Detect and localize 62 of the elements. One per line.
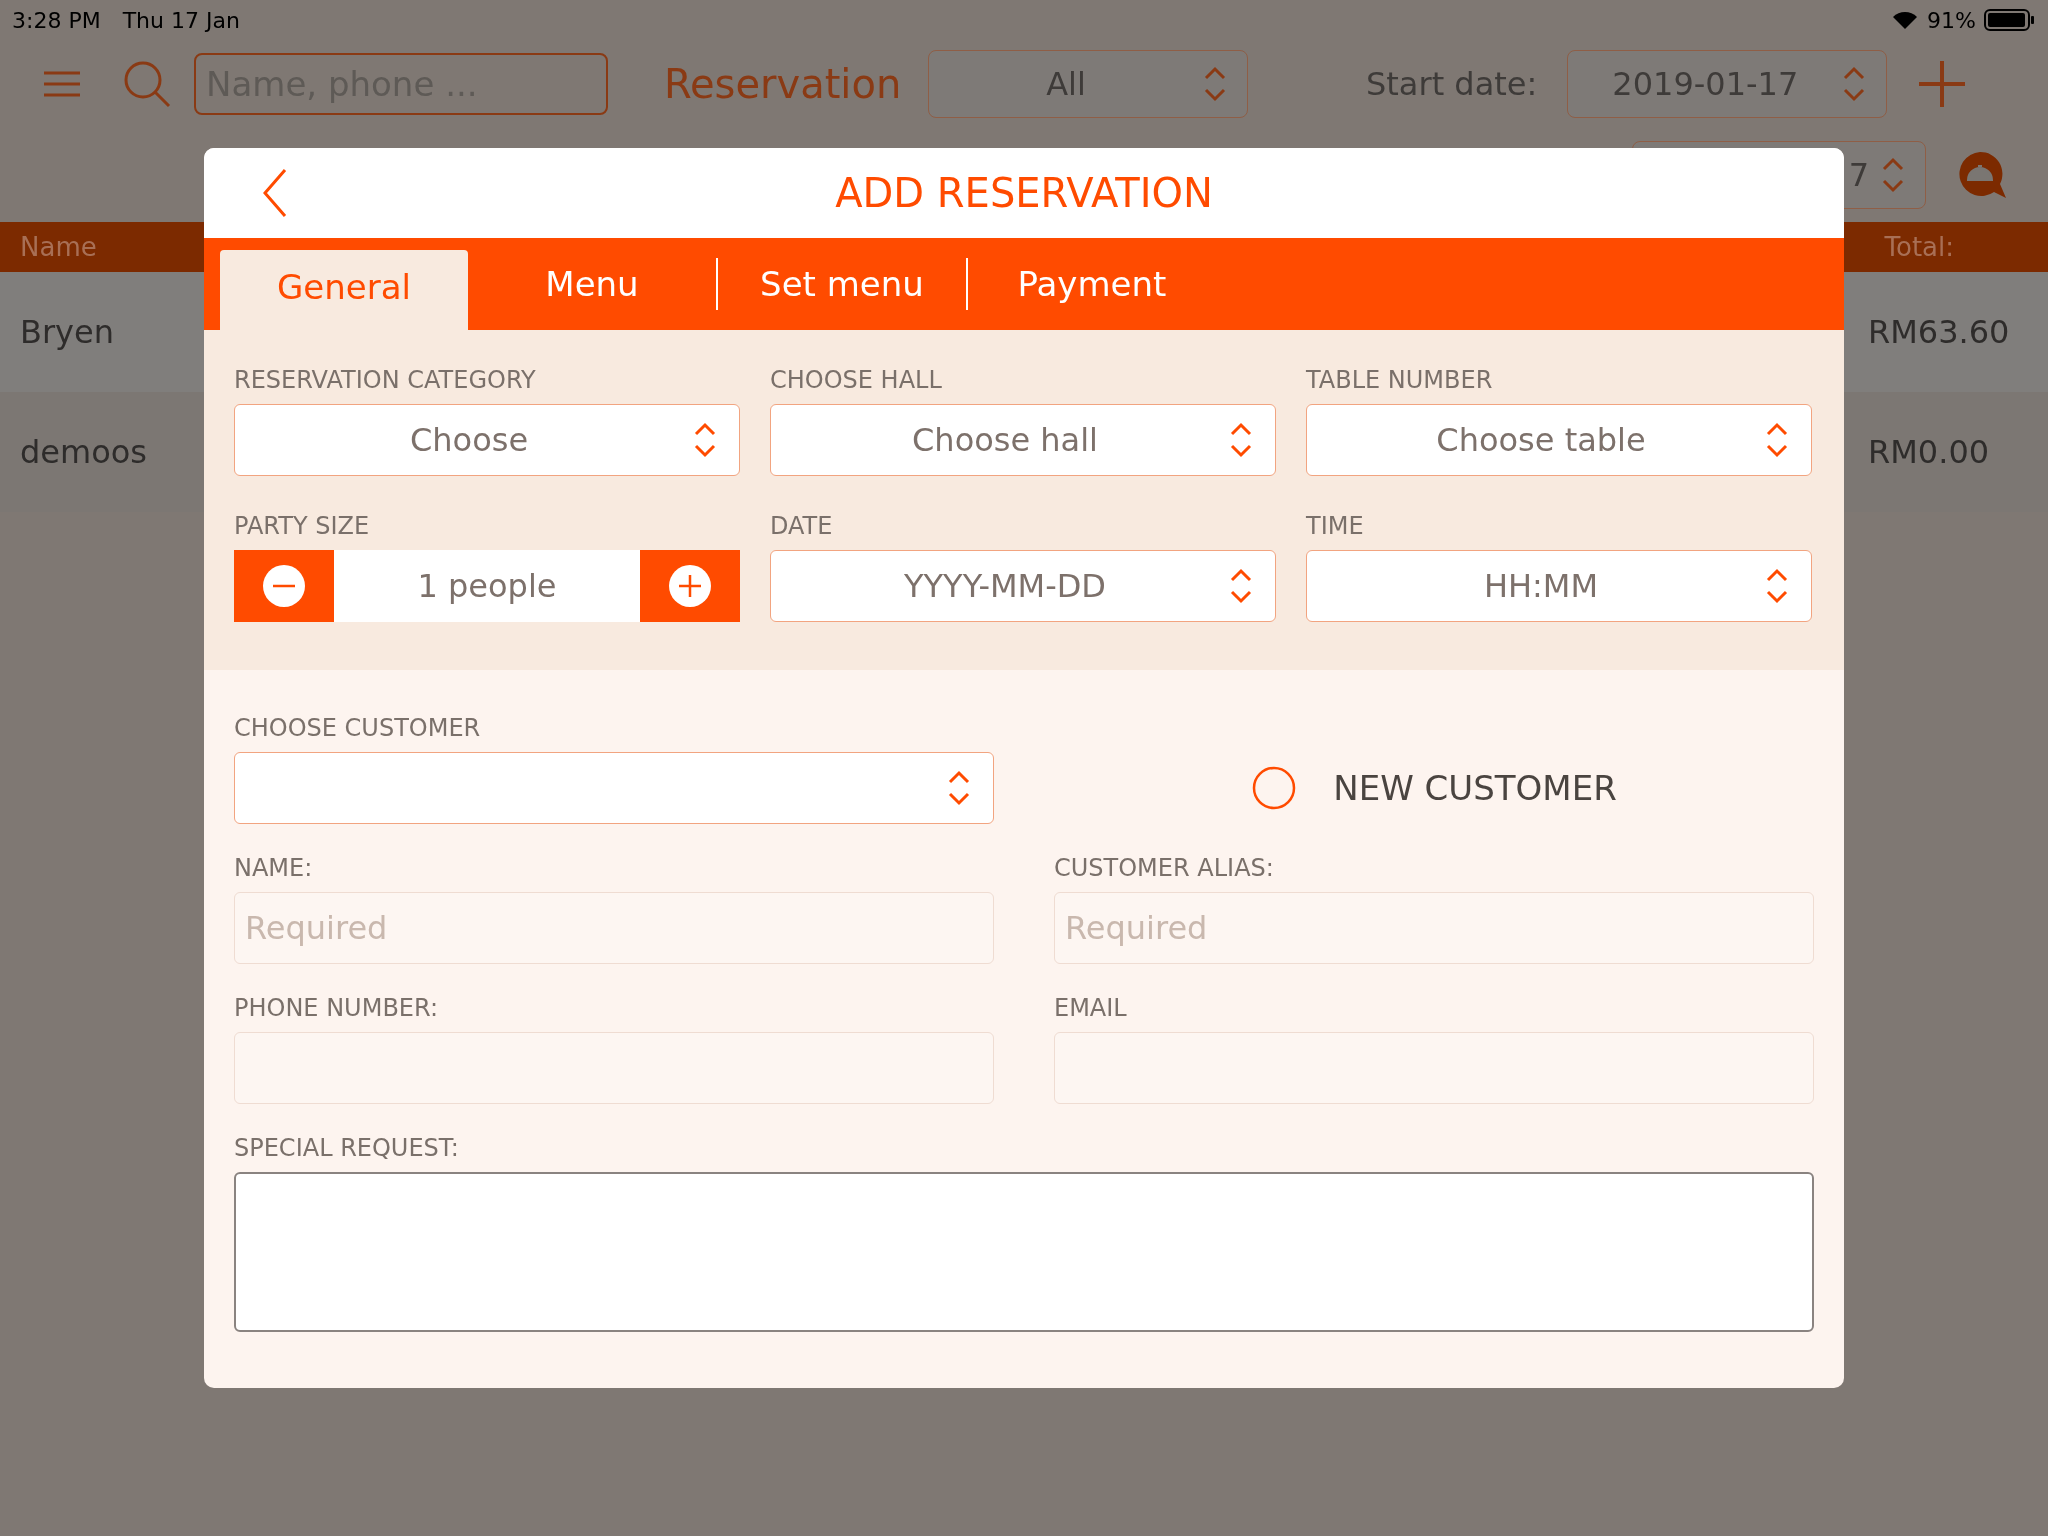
tab[interactable]: General [220, 250, 468, 330]
decrement-button[interactable] [234, 550, 334, 622]
field-label: CHOOSE HALL [770, 366, 943, 394]
up-down-chevron-icon [1765, 420, 1789, 460]
up-down-chevron-icon [1881, 155, 1905, 195]
tab[interactable]: Set menu [718, 238, 966, 330]
input-field[interactable] [234, 1032, 994, 1104]
back-icon[interactable] [262, 168, 288, 218]
up-down-chevron-icon [1842, 64, 1867, 104]
input-field[interactable]: Required [1054, 892, 1814, 964]
table-cell: Bryen [20, 313, 114, 351]
up-down-chevron-icon [947, 768, 971, 808]
field-label: TABLE NUMBER [1306, 366, 1494, 394]
table-cell-text: RM0.00 [1868, 433, 1991, 471]
plus-icon [668, 564, 712, 608]
menu-icon[interactable] [44, 70, 80, 98]
select-field[interactable]: Choose hall [770, 404, 1276, 476]
table-cell-text: RM63.60 [1868, 313, 2011, 351]
up-down-chevron-icon [693, 420, 717, 460]
tab[interactable]: Menu [468, 238, 716, 330]
column-header: Name [20, 232, 97, 262]
column-header: Total: [1884, 232, 1954, 262]
up-down-chevron-icon [1229, 420, 1253, 460]
new-customer-radio[interactable]: NEW CUSTOMER [1251, 752, 1617, 824]
dialog-title: ADD RESERVATION [835, 170, 1213, 216]
wifi-icon [1891, 9, 1920, 31]
battery-percent: 91% [1927, 7, 1976, 33]
field-label: NAME: [234, 854, 314, 882]
up-down-chevron-icon [1203, 64, 1227, 104]
field-label: PARTY SIZE [234, 512, 371, 540]
field-label: RESERVATION CATEGORY [234, 366, 537, 394]
start-date-dropdown[interactable]: 2019-01-17 [1567, 50, 1888, 118]
status-time: 3:28 PM [12, 7, 101, 33]
field-label: DATE [770, 512, 834, 540]
up-down-chevron-icon [1765, 566, 1789, 606]
battery-icon [1984, 8, 2036, 32]
increment-button[interactable] [640, 550, 740, 622]
select-field[interactable]: Choose [234, 404, 740, 476]
field-label: EMAIL [1054, 994, 1128, 1022]
field-label: CHOOSE CUSTOMER [234, 714, 482, 742]
field-label: CUSTOMER ALIAS: [1054, 854, 1275, 882]
field-label: PHONE NUMBER: [234, 994, 440, 1022]
field-label: SPECIAL REQUEST: [234, 1134, 460, 1162]
input-field[interactable]: Required [234, 892, 994, 964]
select-field[interactable]: Choose table [1306, 404, 1812, 476]
start-date-label: Start date: [1366, 65, 1538, 103]
party-size-value: 1 people [334, 550, 640, 622]
status-date: Thu 17 Jan [122, 7, 240, 33]
select-field[interactable]: HH:MM [1306, 550, 1812, 622]
service-bell-chat-icon[interactable] [1956, 150, 2008, 200]
special-request-field[interactable] [234, 1172, 1814, 1332]
table-cell: demoos [20, 433, 147, 471]
up-down-chevron-icon [1229, 566, 1253, 606]
tab[interactable]: Payment [968, 238, 1216, 330]
field-label: TIME [1306, 512, 1365, 540]
customer-select[interactable] [234, 752, 994, 824]
plus-icon[interactable] [1917, 59, 1968, 109]
minus-icon [262, 564, 306, 608]
select-field[interactable]: YYYY-MM-DD [770, 550, 1276, 622]
filter-dropdown[interactable]: All [928, 50, 1248, 118]
search-icon[interactable] [122, 59, 172, 109]
input-field[interactable] [1054, 1032, 1814, 1104]
